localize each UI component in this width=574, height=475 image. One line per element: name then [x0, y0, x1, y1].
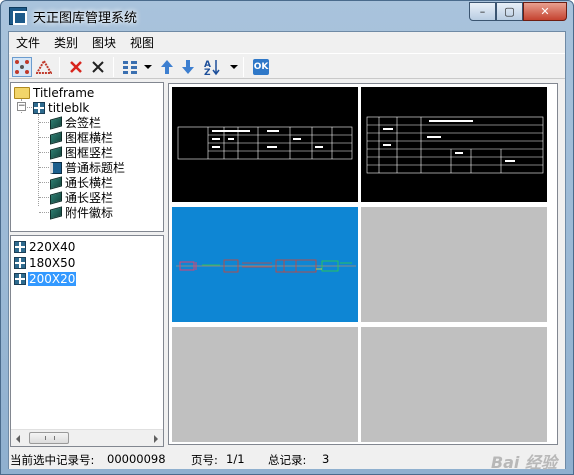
- book-icon: [50, 175, 62, 190]
- list-item[interactable]: 220X40: [14, 239, 76, 254]
- page-value: 1/1: [226, 452, 245, 466]
- client-area: 文件 类别 图块 视图 A Z OK Titleframe − titleblk…: [8, 31, 566, 472]
- down-arrow-icon: [182, 60, 194, 74]
- preview-cell-2[interactable]: [361, 87, 547, 202]
- svg-text:Z: Z: [204, 68, 211, 76]
- collapse-toggle-icon[interactable]: −: [17, 102, 26, 111]
- grid-view-icon: [123, 61, 137, 74]
- scroll-left-icon[interactable]: [16, 435, 20, 443]
- red-x-icon: [70, 61, 82, 73]
- menu-bar: 文件 类别 图块 视图: [9, 32, 565, 52]
- sort-az-icon: A Z: [204, 60, 220, 76]
- menu-view[interactable]: 视图: [123, 32, 161, 52]
- tree-root-label: Titleframe: [33, 85, 95, 100]
- book-icon: [50, 115, 62, 130]
- view-layout-button[interactable]: [120, 57, 140, 77]
- move-down-button[interactable]: [178, 57, 198, 77]
- open-book-icon: [50, 161, 62, 174]
- list-item-selected[interactable]: 200X20: [14, 271, 77, 286]
- triangle-tool-button[interactable]: [34, 57, 54, 77]
- book-icon: [50, 130, 62, 145]
- move-up-button[interactable]: [157, 57, 177, 77]
- app-icon: [9, 7, 27, 25]
- status-bar: 当前选中记录号: 00000098 页号: 1/1 总记录: 3 Bai 经验: [9, 449, 565, 472]
- preview-cell-4-empty[interactable]: [361, 207, 547, 322]
- record-label: 当前选中记录号:: [10, 453, 95, 467]
- tree-item-standard-title[interactable]: 普通标题栏: [50, 160, 125, 175]
- list-item[interactable]: 180X50: [14, 255, 76, 270]
- book-icon: [50, 190, 62, 205]
- dotted-triangle-icon: [36, 59, 52, 74]
- record-value: 00000098: [107, 452, 166, 466]
- menu-category[interactable]: 类别: [47, 32, 85, 52]
- folder-icon: [14, 86, 30, 99]
- list-item-label: 220X40: [29, 239, 76, 254]
- tree-root[interactable]: Titleframe: [14, 85, 94, 100]
- maximize-button[interactable]: ▢: [496, 2, 523, 21]
- tree-item-label: 附件徽标: [65, 206, 114, 220]
- preview-grid: [168, 83, 558, 445]
- list-item-label: 180X50: [29, 255, 76, 270]
- scroll-thumb[interactable]: [29, 432, 69, 444]
- block-icon: [14, 272, 26, 285]
- titleblock-thumbnail: [176, 259, 356, 273]
- window-title: 天正图库管理系统: [33, 11, 138, 26]
- preview-cell-3-selected[interactable]: [172, 207, 358, 322]
- tree-item-attachment-logo[interactable]: 附件徽标: [50, 205, 113, 220]
- sort-button[interactable]: A Z: [202, 57, 222, 77]
- tree-item-long-vertical[interactable]: 通长竖栏: [50, 190, 113, 205]
- toolbar: A Z OK: [9, 53, 565, 79]
- tree-item-frame-vertical[interactable]: 图框竖栏: [50, 145, 113, 160]
- ok-button[interactable]: OK: [251, 57, 271, 77]
- total-value: 3: [322, 452, 330, 466]
- block-list: 220X40 180X50 200X20: [10, 235, 164, 447]
- preview-cell-1[interactable]: [172, 87, 358, 202]
- app-window: 天正图库管理系统 – ▢ ✕ 文件 类别 图块 视图 A Z OK Titlef…: [0, 0, 574, 475]
- menu-block[interactable]: 图块: [85, 32, 123, 52]
- horizontal-scrollbar[interactable]: [11, 429, 163, 446]
- tree-group-label: titleblk: [48, 100, 90, 115]
- titleblock-thumbnail: [366, 116, 544, 174]
- book-icon: [50, 205, 62, 220]
- menu-file[interactable]: 文件: [9, 32, 47, 52]
- minimize-button[interactable]: –: [469, 2, 496, 21]
- ok-icon: OK: [253, 59, 269, 75]
- book-icon: [50, 145, 62, 160]
- tree-group-titleblk[interactable]: titleblk: [33, 100, 89, 115]
- window-controls: – ▢ ✕: [469, 2, 567, 22]
- up-arrow-icon: [161, 60, 173, 74]
- tree-item-long-horizontal[interactable]: 通长横栏: [50, 175, 113, 190]
- delete-button[interactable]: [66, 57, 86, 77]
- page-label: 页号:: [191, 453, 218, 467]
- preview-cell-5-empty[interactable]: [172, 327, 358, 442]
- block-icon: [14, 240, 26, 253]
- select-all-button[interactable]: [12, 57, 32, 77]
- watermark: Bai 经验: [490, 453, 557, 472]
- block-group-icon: [33, 101, 45, 114]
- tree-item-countersign[interactable]: 会签栏: [50, 115, 101, 130]
- title-bar[interactable]: 天正图库管理系统 – ▢ ✕: [1, 1, 573, 31]
- category-tree: Titleframe − titleblk 会签栏 图框横栏 图框竖栏 普通标题…: [10, 82, 164, 232]
- block-icon: [14, 256, 26, 269]
- close-button[interactable]: ✕: [523, 2, 567, 21]
- tree-item-frame-horizontal[interactable]: 图框横栏: [50, 130, 113, 145]
- scroll-right-icon[interactable]: [154, 435, 158, 443]
- total-label: 总记录:: [268, 453, 307, 467]
- dots-grid-icon: [15, 60, 29, 74]
- list-item-label: 200X20: [28, 271, 77, 286]
- view-layout-dropdown-icon[interactable]: [144, 65, 152, 69]
- black-x-icon: [92, 61, 104, 73]
- sort-dropdown-icon[interactable]: [230, 65, 238, 69]
- titleblock-thumbnail: [177, 126, 353, 160]
- cancel-button[interactable]: [88, 57, 108, 77]
- preview-cell-6-empty[interactable]: [361, 327, 547, 442]
